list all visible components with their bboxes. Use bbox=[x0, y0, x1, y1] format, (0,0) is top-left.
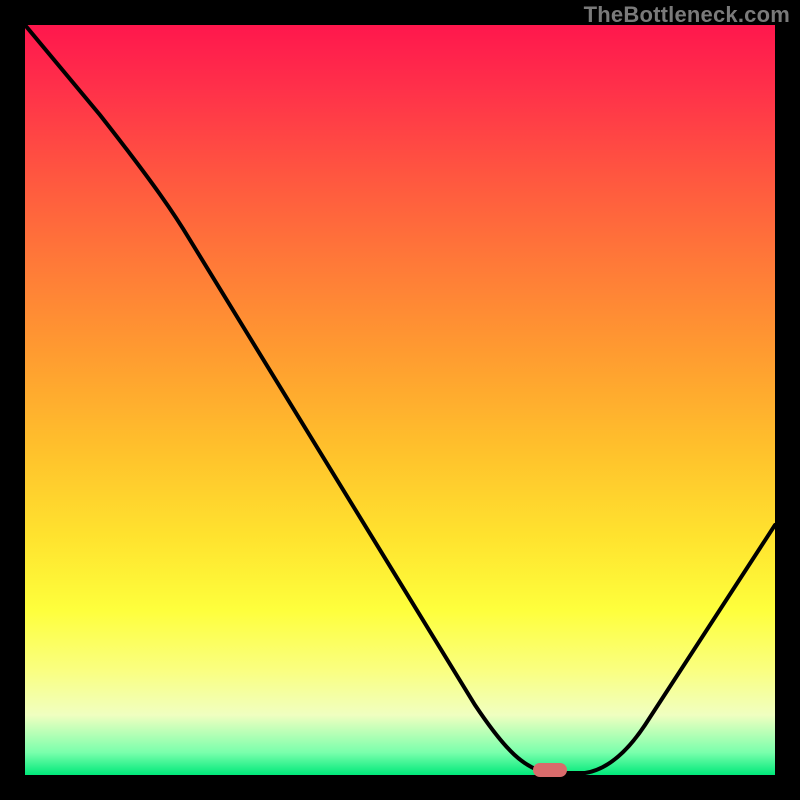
bottleneck-curve bbox=[25, 25, 775, 775]
curve-path bbox=[25, 25, 775, 773]
optimal-range-marker bbox=[533, 763, 567, 777]
